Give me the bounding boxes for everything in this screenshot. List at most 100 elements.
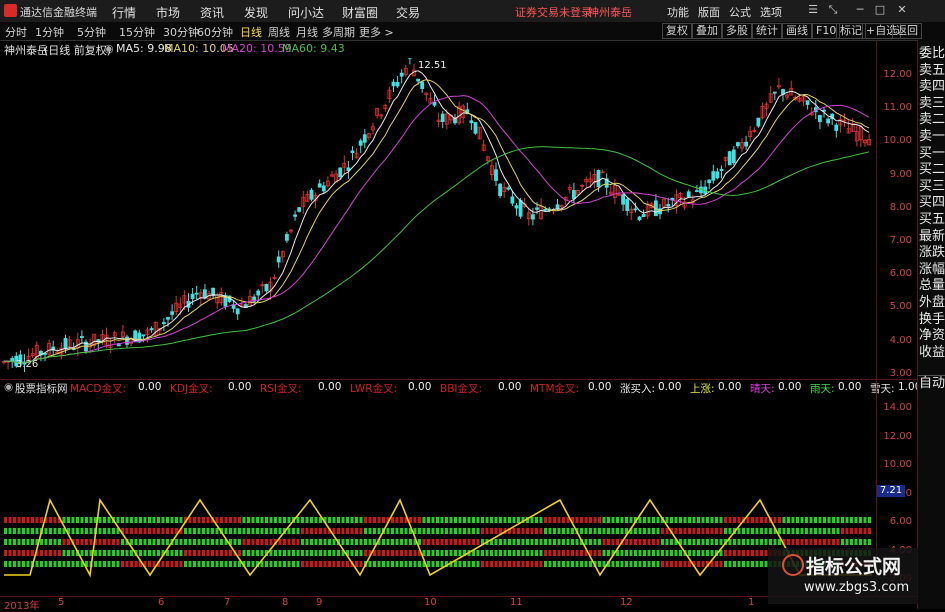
sidebar-item-11[interactable]: 最新	[918, 229, 945, 245]
signal-bar	[148, 528, 151, 534]
sidebar-item-4[interactable]: 卖二	[918, 112, 945, 128]
sidebar-item-0[interactable]: 委比	[918, 46, 945, 62]
menu-discover[interactable]: 发现	[244, 4, 268, 21]
signal-bar	[306, 539, 309, 545]
sidebar-item-18[interactable]: 收益	[918, 345, 945, 361]
signal-bar	[522, 561, 525, 567]
back-button[interactable]: 返回	[892, 23, 922, 39]
signal-bar	[819, 539, 822, 545]
maximize-icon[interactable]: □	[872, 3, 888, 18]
signal-bar	[441, 550, 444, 556]
signal-bar	[211, 550, 214, 556]
minimize-icon[interactable]: ─	[852, 3, 868, 18]
signal-bar	[247, 561, 250, 567]
sidebar-item-14[interactable]: 总量	[918, 278, 945, 294]
signal-bar	[513, 550, 516, 556]
menu-function[interactable]: 功能	[667, 4, 689, 20]
signal-bar	[135, 528, 138, 534]
period-monthly[interactable]: 月线	[296, 24, 318, 40]
signal-bar	[450, 528, 453, 534]
signal-bar	[454, 550, 457, 556]
signal-bar	[765, 517, 768, 523]
signal-bar	[702, 550, 705, 556]
menu-trade[interactable]: 交易	[396, 4, 420, 21]
ma-settings-icon[interactable]: ◉	[104, 42, 114, 55]
multi-stock-button[interactable]: 多股	[722, 23, 752, 39]
menu-news[interactable]: 资讯	[200, 4, 224, 21]
signal-bar	[189, 550, 192, 556]
period-tick[interactable]: 分时	[5, 24, 27, 40]
signal-bar	[648, 550, 651, 556]
overlay-button[interactable]: 叠加	[692, 23, 722, 39]
signal-bar	[814, 517, 817, 523]
sidebar-item-1[interactable]: 卖五	[918, 63, 945, 79]
sidebar-item-15[interactable]: 外盘	[918, 295, 945, 311]
signal-bar	[481, 528, 484, 534]
period-5min[interactable]: 5分钟	[77, 24, 106, 40]
sidebar-item-19[interactable]: 自动	[918, 375, 945, 392]
signal-bar	[76, 517, 79, 523]
stats-button[interactable]: 统计	[752, 23, 782, 39]
signal-bar	[373, 528, 376, 534]
period-weekly[interactable]: 周线	[268, 24, 290, 40]
sidebar-item-9[interactable]: 买四	[918, 195, 945, 211]
current-stock-label[interactable]: 神州泰岳	[588, 4, 632, 20]
period-multi[interactable]: 多周期	[322, 24, 355, 40]
signal-bar	[639, 550, 642, 556]
sidebar-item-8[interactable]: 买三	[918, 179, 945, 195]
signal-bar	[535, 550, 538, 556]
signal-bar	[351, 528, 354, 534]
sidebar-item-6[interactable]: 买一	[918, 146, 945, 162]
candle-body	[257, 291, 260, 295]
signal-bar	[625, 550, 628, 556]
sidebar-item-12[interactable]: 涨跌	[918, 245, 945, 261]
signal-bar	[459, 528, 462, 534]
sidebar-item-2[interactable]: 卖四	[918, 79, 945, 95]
menu-wealth-circle[interactable]: 财富圈	[342, 4, 378, 21]
sidebar-item-13[interactable]: 涨幅	[918, 262, 945, 278]
broker-login-notice[interactable]: 证券交易未登录	[515, 4, 592, 20]
candlestick-chart[interactable]	[0, 58, 876, 380]
menu-market[interactable]: 市场	[156, 4, 180, 21]
shrink-icon[interactable]: ⤡	[825, 3, 841, 18]
signal-bar	[378, 528, 381, 534]
signal-bar	[468, 561, 471, 567]
draw-line-button[interactable]: 画线	[782, 23, 812, 39]
signal-bar	[598, 550, 601, 556]
sidebar-item-10[interactable]: 买五	[918, 212, 945, 228]
menu-icon[interactable]: ☰	[805, 3, 821, 18]
sidebar-item-3[interactable]: 卖三	[918, 96, 945, 112]
signal-bar	[27, 517, 30, 523]
indicator-settings-icon[interactable]: ◉	[4, 381, 13, 393]
sidebar-item-17[interactable]: 净资	[918, 328, 945, 344]
period-60min[interactable]: 60分钟	[197, 24, 233, 40]
menu-formula[interactable]: 公式	[729, 4, 751, 20]
menu-market-quotes[interactable]: 行情	[112, 4, 136, 21]
signal-bar	[616, 539, 619, 545]
period-1min[interactable]: 1分钟	[35, 24, 64, 40]
pane-divider[interactable]	[0, 379, 917, 380]
signal-bar	[198, 539, 201, 545]
signal-bar	[715, 561, 718, 567]
close-icon[interactable]: ✕	[894, 3, 910, 18]
menu-options[interactable]: 选项	[760, 4, 782, 20]
signal-bar	[234, 528, 237, 534]
signal-bar	[252, 539, 255, 545]
indicator-chart[interactable]	[0, 395, 876, 595]
period-30min[interactable]: 30分钟	[163, 24, 199, 40]
sidebar-item-16[interactable]: 换手	[918, 312, 945, 328]
adjust-button[interactable]: 复权	[662, 23, 692, 39]
signal-bar	[234, 517, 237, 523]
menu-layout[interactable]: 版面	[698, 4, 720, 20]
signal-bar	[688, 517, 691, 523]
period-daily[interactable]: 日线	[240, 24, 262, 40]
sidebar-item-5[interactable]: 卖一	[918, 129, 945, 145]
signal-bar	[63, 539, 66, 545]
signal-bar	[94, 550, 97, 556]
signal-bar	[292, 550, 295, 556]
menu-ask-xiaoda[interactable]: 问小达	[288, 4, 324, 21]
sidebar-item-7[interactable]: 买二	[918, 162, 945, 178]
period-15min[interactable]: 15分钟	[119, 24, 155, 40]
signal-bar	[720, 539, 723, 545]
period-more[interactable]: 更多 >	[359, 24, 394, 40]
